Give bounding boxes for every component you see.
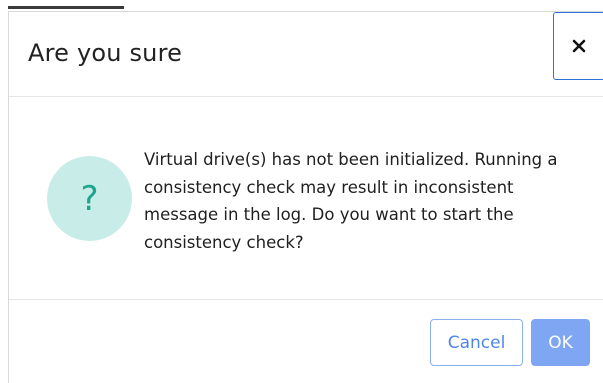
background-element xyxy=(8,6,124,9)
question-icon: ? xyxy=(47,156,132,241)
dialog-header: Are you sure xyxy=(9,12,603,97)
close-button[interactable] xyxy=(553,12,603,80)
cancel-button[interactable]: Cancel xyxy=(430,319,523,366)
dialog-body: ? Virtual drive(s) has not been initiali… xyxy=(9,97,603,300)
background-strip xyxy=(0,0,603,10)
dialog-title: Are you sure xyxy=(28,39,183,67)
close-icon xyxy=(572,39,586,53)
confirm-dialog: Are you sure ? Virtual drive(s) has not … xyxy=(8,11,603,383)
dialog-message: Virtual drive(s) has not been initialize… xyxy=(144,150,558,252)
dialog-footer: Cancel OK xyxy=(9,299,603,383)
page: Are you sure ? Virtual drive(s) has not … xyxy=(0,0,603,383)
ok-button[interactable]: OK xyxy=(531,319,590,366)
question-glyph: ? xyxy=(80,178,99,219)
